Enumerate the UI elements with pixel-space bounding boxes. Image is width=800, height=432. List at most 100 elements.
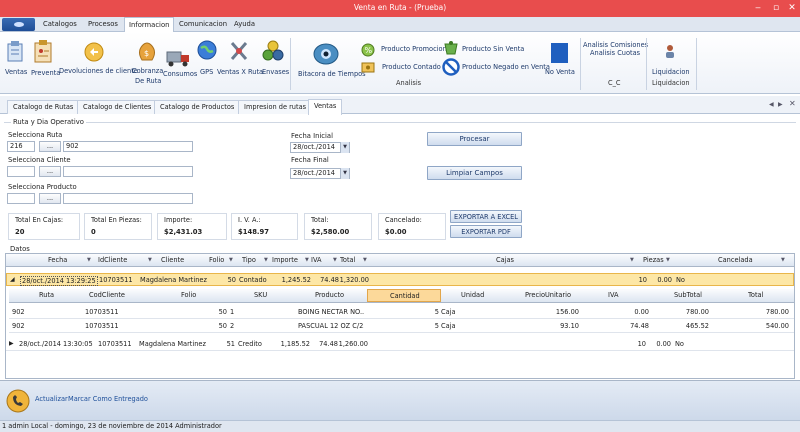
producto-search-button[interactable]: ... xyxy=(39,193,61,204)
filter-icon[interactable]: ▼ xyxy=(666,257,672,263)
fecha-inicial-field[interactable]: 28/oct./2014 ▼ xyxy=(290,142,350,153)
ventas-ruta-button[interactable] xyxy=(229,40,249,62)
tab-catalogo-productos[interactable]: Catalogo de Productos xyxy=(154,100,241,114)
ventas-button[interactable] xyxy=(5,40,25,70)
table-row[interactable]: ▶ 28/oct./2014 13:30:05 10703511 Magdale… xyxy=(6,338,794,351)
envases-button[interactable] xyxy=(262,40,284,64)
filter-icon[interactable]: ▼ xyxy=(148,257,154,263)
col-sku[interactable]: SKU xyxy=(254,291,267,299)
marcar-entregado-button[interactable]: Marcar Como Entregado xyxy=(68,395,148,403)
col-cantidad[interactable]: Cantidad xyxy=(367,289,441,302)
actualizar-button[interactable]: Actualizar xyxy=(35,395,68,403)
fecha-final-label: Fecha Final xyxy=(291,156,329,164)
col-piezas[interactable]: Piezas xyxy=(643,256,664,264)
tab-catalogo-clientes[interactable]: Catalogo de Clientes xyxy=(77,100,158,114)
col-cancelada[interactable]: Cancelada xyxy=(718,256,753,264)
col-importe[interactable]: Importe xyxy=(272,256,298,264)
ruta-code-field[interactable]: 216 xyxy=(7,141,35,152)
maximize-icon[interactable]: ▫ xyxy=(770,2,782,14)
tab-impresion-rutas[interactable]: Impresion de rutas xyxy=(238,100,313,114)
cell-piezas: 0.00 xyxy=(657,276,672,284)
prod-sin-venta-button[interactable]: Producto Sin Venta xyxy=(462,45,524,53)
detail-row[interactable]: 902 10703511 50 2 PASCUAL 12 OZ C/2... 5… xyxy=(9,320,794,333)
filter-icon[interactable]: ▼ xyxy=(333,257,339,263)
tab-catalogo-rutas[interactable]: Catalogo de Rutas xyxy=(7,100,80,114)
menu-procesos[interactable]: Procesos xyxy=(88,20,118,28)
col-unidad[interactable]: Unidad xyxy=(461,291,484,299)
menu-informacion[interactable]: Informacion xyxy=(124,17,175,33)
limpiar-campos-button[interactable]: Limpiar Campos xyxy=(427,166,522,180)
col-detail-iva[interactable]: IVA xyxy=(608,291,619,299)
analisis-cuotas-button[interactable]: Analisis Cuotas xyxy=(590,49,640,57)
col-fecha[interactable]: Fecha xyxy=(48,256,67,264)
exportar-pdf-button[interactable]: EXPORTAR PDF xyxy=(450,225,522,238)
filter-icon[interactable]: ▼ xyxy=(229,257,235,263)
bitacora-button[interactable] xyxy=(313,41,339,67)
cell-cliente: Magdalena Martinez xyxy=(140,276,207,284)
tab-close-icon[interactable]: ✕ xyxy=(789,99,796,108)
prod-promocion-button[interactable]: Producto Promocion xyxy=(381,45,447,53)
gps-button[interactable] xyxy=(197,40,217,62)
ruta-search-button[interactable]: ... xyxy=(39,141,61,152)
preventa-button[interactable] xyxy=(33,38,53,68)
prod-negado-button[interactable]: Producto Negado en Venta xyxy=(462,63,550,71)
filter-icon[interactable]: ▼ xyxy=(781,257,787,263)
ruta-name-field[interactable]: 902 xyxy=(63,141,193,152)
col-codcliente[interactable]: CodCliente xyxy=(89,291,125,299)
chevron-down-icon[interactable]: ▼ xyxy=(340,142,349,153)
col-tipo[interactable]: Tipo xyxy=(242,256,256,264)
filter-icon[interactable]: ▼ xyxy=(363,257,369,263)
filter-icon[interactable]: ▼ xyxy=(630,257,636,263)
analisis-comisiones-button[interactable]: Analisis Comisiones xyxy=(583,41,648,49)
procesar-button[interactable]: Procesar xyxy=(427,132,522,146)
menu-catalogos[interactable]: Catalogos xyxy=(43,20,77,28)
envases-label: Envases xyxy=(262,68,290,76)
cobranza-button[interactable]: $ xyxy=(136,38,158,64)
col-idcliente[interactable]: IdCliente xyxy=(98,256,127,264)
app-menu-button[interactable] xyxy=(2,18,35,31)
user-icon[interactable] xyxy=(664,44,676,58)
fecha-final-value: 28/oct./2014 xyxy=(293,169,335,177)
collapse-icon[interactable]: ◢ xyxy=(10,276,15,283)
ventas-label: Ventas xyxy=(5,68,28,76)
tab-ventas[interactable]: Ventas xyxy=(308,99,343,115)
col-folio[interactable]: Folio xyxy=(209,256,224,264)
tab-prev-icon[interactable]: ◀ xyxy=(769,101,774,108)
filter-icon[interactable]: ▼ xyxy=(305,257,311,263)
menu-comunicacion[interactable]: Comunicacion xyxy=(179,20,227,28)
col-cliente[interactable]: Cliente xyxy=(161,256,184,264)
col-detail-total[interactable]: Total xyxy=(748,291,763,299)
prod-contado-button[interactable]: Producto Contado xyxy=(382,63,441,71)
menu-ayuda[interactable]: Ayuda xyxy=(234,20,255,28)
no-venta-icon[interactable] xyxy=(551,43,568,63)
col-subtotal[interactable]: SubTotal xyxy=(674,291,702,299)
col-precio[interactable]: PrecioUnitario xyxy=(525,291,571,299)
col-iva[interactable]: IVA xyxy=(311,256,322,264)
filter-icon[interactable]: ▼ xyxy=(264,257,270,263)
devoluciones-button[interactable] xyxy=(82,40,106,66)
cliente-code-field[interactable] xyxy=(7,166,35,177)
producto-code-field[interactable] xyxy=(7,193,35,204)
chevron-down-icon[interactable]: ▼ xyxy=(340,168,349,179)
cell-subtotal: 780.00 xyxy=(685,308,709,316)
table-row[interactable]: ◢ 28/oct./2014 13:29:25 10703511 Magdale… xyxy=(6,273,794,286)
tab-next-icon[interactable]: ▶ xyxy=(778,101,783,108)
col-producto[interactable]: Producto xyxy=(315,291,344,299)
col-cajas[interactable]: Cajas xyxy=(496,256,514,264)
fecha-final-field[interactable]: 28/oct./2014 ▼ xyxy=(290,168,350,179)
phone-refresh-icon[interactable] xyxy=(6,389,30,413)
col-total[interactable]: Total xyxy=(340,256,355,264)
exportar-excel-button[interactable]: EXPORTAR A EXCEL xyxy=(450,210,522,223)
cliente-name-field[interactable] xyxy=(63,166,193,177)
filter-icon[interactable]: ▼ xyxy=(87,257,93,263)
detail-row[interactable]: 902 10703511 50 1 BOING NECTAR NO... 5 C… xyxy=(9,306,794,319)
close-icon[interactable]: ✕ xyxy=(786,2,798,14)
col-ruta[interactable]: Ruta xyxy=(39,291,54,299)
expand-icon[interactable]: ▶ xyxy=(9,340,14,347)
producto-name-field[interactable] xyxy=(63,193,193,204)
liquidacion-button[interactable]: Liquidacion xyxy=(652,68,690,76)
cliente-search-button[interactable]: ... xyxy=(39,166,61,177)
col-detail-folio[interactable]: Folio xyxy=(181,291,196,299)
consumos-button[interactable] xyxy=(166,46,190,68)
minimize-icon[interactable]: ‒ xyxy=(752,2,764,14)
